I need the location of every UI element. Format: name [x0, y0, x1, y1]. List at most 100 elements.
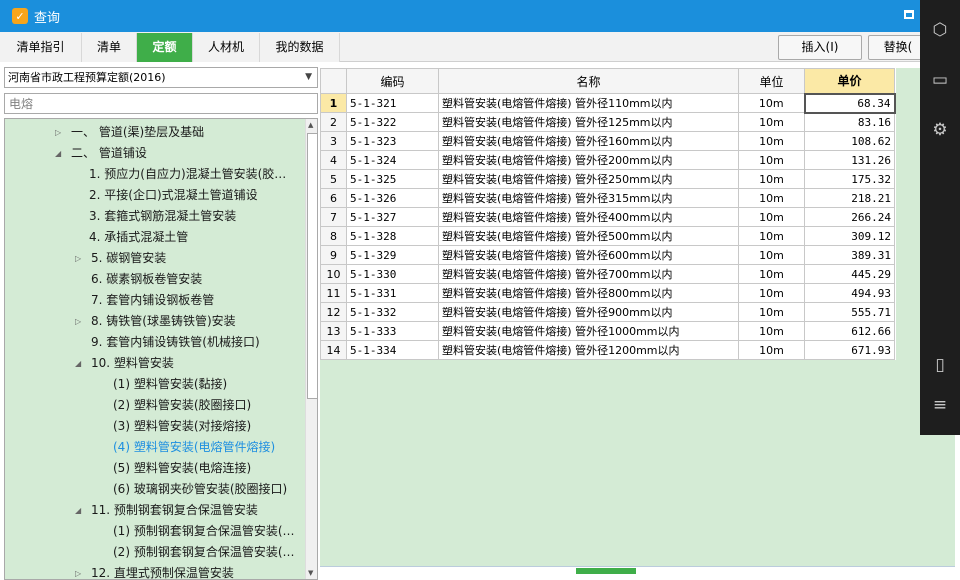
cell-price[interactable]: 671.93: [804, 340, 895, 360]
quota-library-select[interactable]: 河南省市政工程预算定额(2016) ▼: [4, 67, 318, 88]
cell-unit[interactable]: 10m: [738, 169, 805, 189]
expand-arrow-icon[interactable]: ▷: [55, 122, 61, 143]
cell-name[interactable]: 塑料管安装(电熔管件熔接) 管外径700mm以内: [438, 264, 739, 284]
cell-name[interactable]: 塑料管安装(电熔管件熔接) 管外径200mm以内: [438, 150, 739, 170]
grid-row[interactable]: 14 5-1-334 塑料管安装(电熔管件熔接) 管外径1200mm以内 10m 671…: [320, 340, 895, 360]
cell-price[interactable]: 389.31: [804, 245, 895, 265]
cell-name[interactable]: 塑料管安装(电熔管件熔接) 管外径900mm以内: [438, 302, 739, 322]
cell-price[interactable]: 266.24: [804, 207, 895, 227]
cell-name[interactable]: 塑料管安装(电熔管件熔接) 管外径315mm以内: [438, 188, 739, 208]
maximize-icon[interactable]: [904, 10, 914, 19]
cell-unit[interactable]: 10m: [738, 226, 805, 246]
tree-item[interactable]: (3) 塑料管安装(对接熔接): [5, 416, 303, 437]
cell-unit[interactable]: 10m: [738, 283, 805, 303]
cell-code[interactable]: 5-1-324: [346, 150, 439, 170]
cell-price[interactable]: 83.16: [804, 112, 895, 132]
row-number[interactable]: 8: [320, 226, 347, 246]
insert-button[interactable]: 插入(I): [778, 35, 862, 60]
cell-code[interactable]: 5-1-330: [346, 264, 439, 284]
phone-icon[interactable]: ▯: [930, 355, 950, 375]
cell-price[interactable]: 494.93: [804, 283, 895, 303]
tree-item[interactable]: 4. 承插式混凝土管: [5, 227, 303, 248]
folder-icon[interactable]: ▭: [930, 70, 950, 90]
tree-item[interactable]: 7. 套管内铺设钢板卷管: [5, 290, 303, 311]
cell-name[interactable]: 塑料管安装(电熔管件熔接) 管外径1200mm以内: [438, 340, 739, 360]
grid-row[interactable]: 3 5-1-323 塑料管安装(电熔管件熔接) 管外径160mm以内 10m 108.6…: [320, 131, 895, 151]
cell-name[interactable]: 塑料管安装(电熔管件熔接) 管外径1000mm以内: [438, 321, 739, 341]
tree-item[interactable]: 9. 套管内铺设铸铁管(机械接口): [5, 332, 303, 353]
tab-my-data[interactable]: 我的数据: [260, 33, 340, 62]
cell-price[interactable]: 108.62: [804, 131, 895, 151]
cell-code[interactable]: 5-1-328: [346, 226, 439, 246]
tree-item[interactable]: 1. 预应力(自应力)混凝土管安装(胶…: [5, 164, 303, 185]
cell-price[interactable]: 175.32: [804, 169, 895, 189]
tree-item[interactable]: 3. 套箍式钢筋混凝土管安装: [5, 206, 303, 227]
grid-row[interactable]: 5 5-1-325 塑料管安装(电熔管件熔接) 管外径250mm以内 10m 175.3…: [320, 169, 895, 189]
tree-item[interactable]: (6) 玻璃钢夹砂管安装(胶圈接口): [5, 479, 303, 500]
cell-price[interactable]: 612.66: [804, 321, 895, 341]
cell-unit[interactable]: 10m: [738, 321, 805, 341]
cell-unit[interactable]: 10m: [738, 150, 805, 170]
tree-item[interactable]: (2) 预制钢套钢复合保温管安装(…: [5, 542, 303, 563]
tab-bill-guide[interactable]: 清单指引: [0, 33, 82, 62]
cell-code[interactable]: 5-1-321: [346, 93, 439, 113]
scrollbar-thumb[interactable]: [307, 133, 317, 399]
scroll-down-icon[interactable]: ▼: [308, 569, 313, 577]
scroll-up-icon[interactable]: ▲: [308, 121, 313, 129]
tree-item[interactable]: ▷ 12. 直埋式预制保温管安装: [5, 563, 303, 579]
expand-arrow-icon[interactable]: ▷: [75, 248, 81, 269]
tree-item[interactable]: (4) 塑料管安装(电熔管件熔接): [5, 437, 303, 458]
grid-row[interactable]: 7 5-1-327 塑料管安装(电熔管件熔接) 管外径400mm以内 10m 266.2…: [320, 207, 895, 227]
tree-item[interactable]: ▷ 一、 管道(渠)垫层及基础: [5, 122, 303, 143]
row-number[interactable]: 5: [320, 169, 347, 189]
row-number[interactable]: 6: [320, 188, 347, 208]
column-header-price[interactable]: 单价: [804, 68, 895, 94]
expand-arrow-icon[interactable]: ▷: [75, 563, 81, 579]
cell-name[interactable]: 塑料管安装(电熔管件熔接) 管外径160mm以内: [438, 131, 739, 151]
tree-item[interactable]: (5) 塑料管安装(电熔连接): [5, 458, 303, 479]
expand-arrow-icon[interactable]: ▷: [75, 311, 81, 332]
cube-icon[interactable]: ⬡: [930, 20, 950, 40]
cell-code[interactable]: 5-1-332: [346, 302, 439, 322]
collapse-arrow-icon[interactable]: ◢: [55, 143, 61, 164]
grid-row[interactable]: 8 5-1-328 塑料管安装(电熔管件熔接) 管外径500mm以内 10m 309.1…: [320, 226, 895, 246]
cell-code[interactable]: 5-1-326: [346, 188, 439, 208]
cell-code[interactable]: 5-1-333: [346, 321, 439, 341]
row-number[interactable]: 11: [320, 283, 347, 303]
cell-unit[interactable]: 10m: [738, 207, 805, 227]
grid-row[interactable]: 13 5-1-333 塑料管安装(电熔管件熔接) 管外径1000mm以内 10m 612…: [320, 321, 895, 341]
tree-item[interactable]: (2) 塑料管安装(胶圈接口): [5, 395, 303, 416]
replace-button[interactable]: 替换(: [868, 35, 928, 60]
column-header-code[interactable]: 编码: [346, 68, 439, 94]
cell-price[interactable]: 445.29: [804, 264, 895, 284]
chevron-down-icon[interactable]: ▼: [305, 68, 312, 87]
row-number[interactable]: 9: [320, 245, 347, 265]
row-number[interactable]: 4: [320, 150, 347, 170]
cell-unit[interactable]: 10m: [738, 264, 805, 284]
cell-unit[interactable]: 10m: [738, 302, 805, 322]
row-number[interactable]: 7: [320, 207, 347, 227]
grid-row[interactable]: 2 5-1-322 塑料管安装(电熔管件熔接) 管外径125mm以内 10m 83.16: [320, 112, 895, 132]
column-header-unit[interactable]: 单位: [738, 68, 805, 94]
tab-bill[interactable]: 清单: [82, 33, 137, 62]
cell-code[interactable]: 5-1-334: [346, 340, 439, 360]
gear-icon[interactable]: ⚙: [930, 120, 950, 140]
cell-code[interactable]: 5-1-331: [346, 283, 439, 303]
cell-price[interactable]: 68.34: [803, 92, 896, 114]
cell-code[interactable]: 5-1-325: [346, 169, 439, 189]
cell-name[interactable]: 塑料管安装(电熔管件熔接) 管外径500mm以内: [438, 226, 739, 246]
search-input[interactable]: [4, 93, 318, 114]
grid-row[interactable]: 11 5-1-331 塑料管安装(电熔管件熔接) 管外径800mm以内 10m 494.…: [320, 283, 895, 303]
cell-unit[interactable]: 10m: [738, 93, 805, 113]
tree-item[interactable]: (1) 预制钢套钢复合保温管安装(…: [5, 521, 303, 542]
cell-unit[interactable]: 10m: [738, 131, 805, 151]
grid-row[interactable]: 10 5-1-330 塑料管安装(电熔管件熔接) 管外径700mm以内 10m 445.…: [320, 264, 895, 284]
row-number[interactable]: 1: [320, 93, 347, 113]
cell-code[interactable]: 5-1-323: [346, 131, 439, 151]
collapse-arrow-icon[interactable]: ◢: [75, 500, 81, 521]
row-number[interactable]: 13: [320, 321, 347, 341]
grid-row[interactable]: 12 5-1-332 塑料管安装(电熔管件熔接) 管外径900mm以内 10m 555.…: [320, 302, 895, 322]
grid-row[interactable]: 4 5-1-324 塑料管安装(电熔管件熔接) 管外径200mm以内 10m 131.2…: [320, 150, 895, 170]
tree-item[interactable]: ◢ 二、 管道铺设: [5, 143, 303, 164]
row-number[interactable]: 10: [320, 264, 347, 284]
